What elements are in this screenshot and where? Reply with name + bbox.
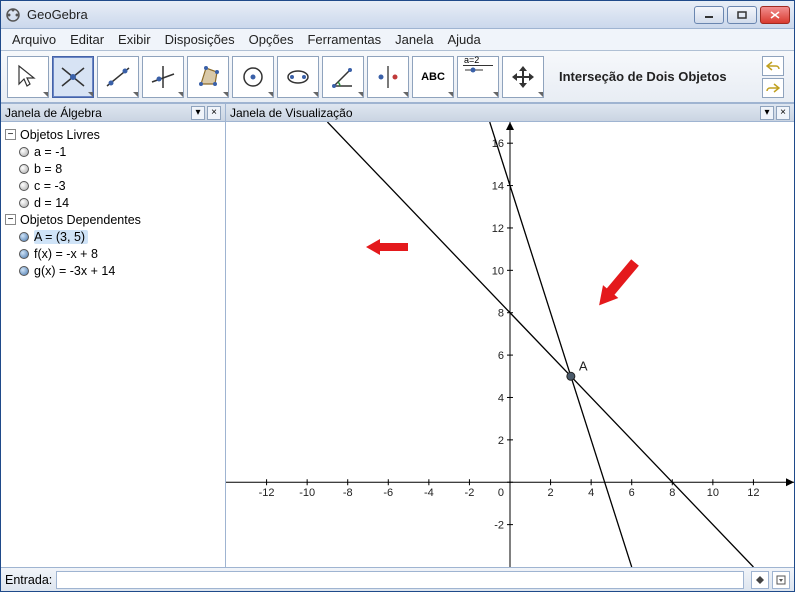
tool-ellipse[interactable] — [277, 56, 319, 98]
tool-polygon[interactable] — [187, 56, 229, 98]
svg-text:2: 2 — [548, 487, 554, 499]
tool-circle-center[interactable] — [232, 56, 274, 98]
app-logo-icon — [5, 7, 21, 23]
maximize-button[interactable] — [727, 6, 757, 24]
tool-line-two-points[interactable] — [97, 56, 139, 98]
titlebar[interactable]: GeoGebra — [1, 1, 794, 29]
viz-pane-header[interactable]: Janela de Visualização ▾ × — [226, 104, 794, 122]
tool-slider[interactable]: a=2 — [457, 56, 499, 98]
menubar[interactable]: ArquivoEditarExibirDisposiçõesOpçõesFerr… — [1, 29, 794, 51]
annotation-arrow — [366, 235, 408, 264]
input-bar: Entrada: — [1, 567, 794, 591]
input-help-button[interactable] — [772, 571, 790, 589]
pane-close-icon[interactable]: × — [207, 106, 221, 120]
svg-text:10: 10 — [707, 487, 719, 499]
tree-item[interactable]: c = -3 — [5, 177, 221, 194]
tree-item-label: A = (3, 5) — [34, 230, 88, 244]
algebra-pane: Janela de Álgebra ▾ × −Objetos Livres a =… — [1, 104, 226, 567]
svg-text:-4: -4 — [424, 487, 434, 499]
tree-group[interactable]: −Objetos Dependentes — [5, 211, 221, 228]
visibility-icon[interactable] — [19, 147, 29, 157]
menu-ferramentas[interactable]: Ferramentas — [300, 30, 388, 49]
svg-text:-6: -6 — [383, 487, 393, 499]
undo-button[interactable] — [762, 56, 784, 76]
tree-item[interactable]: f(x) = -x + 8 — [5, 245, 221, 262]
svg-text:12: 12 — [492, 223, 504, 235]
tool-text[interactable]: ABC — [412, 56, 454, 98]
tool-angle[interactable] — [322, 56, 364, 98]
svg-text:2: 2 — [498, 435, 504, 447]
svg-text:-10: -10 — [299, 487, 315, 499]
svg-text:A: A — [579, 358, 588, 373]
tool-reflect[interactable] — [367, 56, 409, 98]
svg-text:-8: -8 — [343, 487, 353, 499]
tree-item[interactable]: g(x) = -3x + 14 — [5, 262, 221, 279]
visualization-pane: Janela de Visualização ▾ × -12 -10 -8 -6 -4 -… — [226, 104, 794, 567]
svg-text:-12: -12 — [259, 487, 275, 499]
svg-text:-2: -2 — [465, 487, 475, 499]
input-dropdown-button[interactable] — [751, 571, 769, 589]
svg-text:8: 8 — [498, 308, 504, 320]
toolbar: ABCa=2 Interseção de Dois Objetos — [1, 51, 794, 103]
tool-move-view[interactable] — [502, 56, 544, 98]
pane-close-icon[interactable]: × — [776, 106, 790, 120]
tree-item-label: a = -1 — [34, 145, 66, 159]
tree-item[interactable]: d = 14 — [5, 194, 221, 211]
minimize-button[interactable] — [694, 6, 724, 24]
app-window: GeoGebra ArquivoEditarExibirDisposiçõesO… — [0, 0, 795, 592]
svg-text:6: 6 — [629, 487, 635, 499]
svg-text:4: 4 — [588, 487, 594, 499]
window-title: GeoGebra — [27, 7, 88, 22]
viz-pane-title: Janela de Visualização — [230, 106, 353, 120]
visibility-icon[interactable] — [19, 181, 29, 191]
svg-text:8: 8 — [669, 487, 675, 499]
tree-item[interactable]: a = -1 — [5, 143, 221, 160]
pane-menu-icon[interactable]: ▾ — [760, 106, 774, 120]
algebra-tree[interactable]: −Objetos Livres a = -1 b = 8 c = -3 d = 14−O… — [1, 122, 225, 567]
visibility-icon[interactable] — [19, 198, 29, 208]
svg-text:6: 6 — [498, 350, 504, 362]
tree-item-label: f(x) = -x + 8 — [34, 247, 98, 261]
tree-item-label: b = 8 — [34, 162, 62, 176]
command-input[interactable] — [56, 571, 744, 589]
svg-text:12: 12 — [747, 487, 759, 499]
selected-tool-label: Interseção de Dois Objetos — [559, 69, 727, 84]
tree-group[interactable]: −Objetos Livres — [5, 126, 221, 143]
algebra-pane-header[interactable]: Janela de Álgebra ▾ × — [1, 104, 225, 122]
tool-perpendicular[interactable] — [142, 56, 184, 98]
tree-item-label: g(x) = -3x + 14 — [34, 264, 115, 278]
tool-move[interactable] — [7, 56, 49, 98]
menu-editar[interactable]: Editar — [63, 30, 111, 49]
visibility-icon[interactable] — [19, 249, 29, 259]
visibility-icon[interactable] — [19, 266, 29, 276]
svg-text:0: 0 — [498, 487, 504, 499]
menu-opções[interactable]: Opções — [242, 30, 301, 49]
menu-disposições[interactable]: Disposições — [158, 30, 242, 49]
menu-arquivo[interactable]: Arquivo — [5, 30, 63, 49]
visibility-icon[interactable] — [19, 164, 29, 174]
svg-text:10: 10 — [492, 265, 504, 277]
algebra-pane-title: Janela de Álgebra — [5, 106, 102, 120]
redo-button[interactable] — [762, 78, 784, 98]
svg-text:-2: -2 — [494, 520, 504, 532]
tool-intersect[interactable] — [52, 56, 94, 98]
tree-item-label: c = -3 — [34, 179, 66, 193]
tree-item[interactable]: A = (3, 5) — [5, 228, 221, 245]
tree-item-label: d = 14 — [34, 196, 69, 210]
menu-ajuda[interactable]: Ajuda — [440, 30, 487, 49]
visibility-icon[interactable] — [19, 232, 29, 242]
menu-exibir[interactable]: Exibir — [111, 30, 158, 49]
svg-text:14: 14 — [492, 181, 504, 193]
close-button[interactable] — [760, 6, 790, 24]
menu-janela[interactable]: Janela — [388, 30, 440, 49]
tree-item[interactable]: b = 8 — [5, 160, 221, 177]
input-label: Entrada: — [5, 573, 52, 587]
pane-menu-icon[interactable]: ▾ — [191, 106, 205, 120]
svg-text:4: 4 — [498, 392, 504, 404]
graphics-view[interactable]: -12-10-8-6-4-224681012-22468101214160A — [226, 122, 794, 567]
